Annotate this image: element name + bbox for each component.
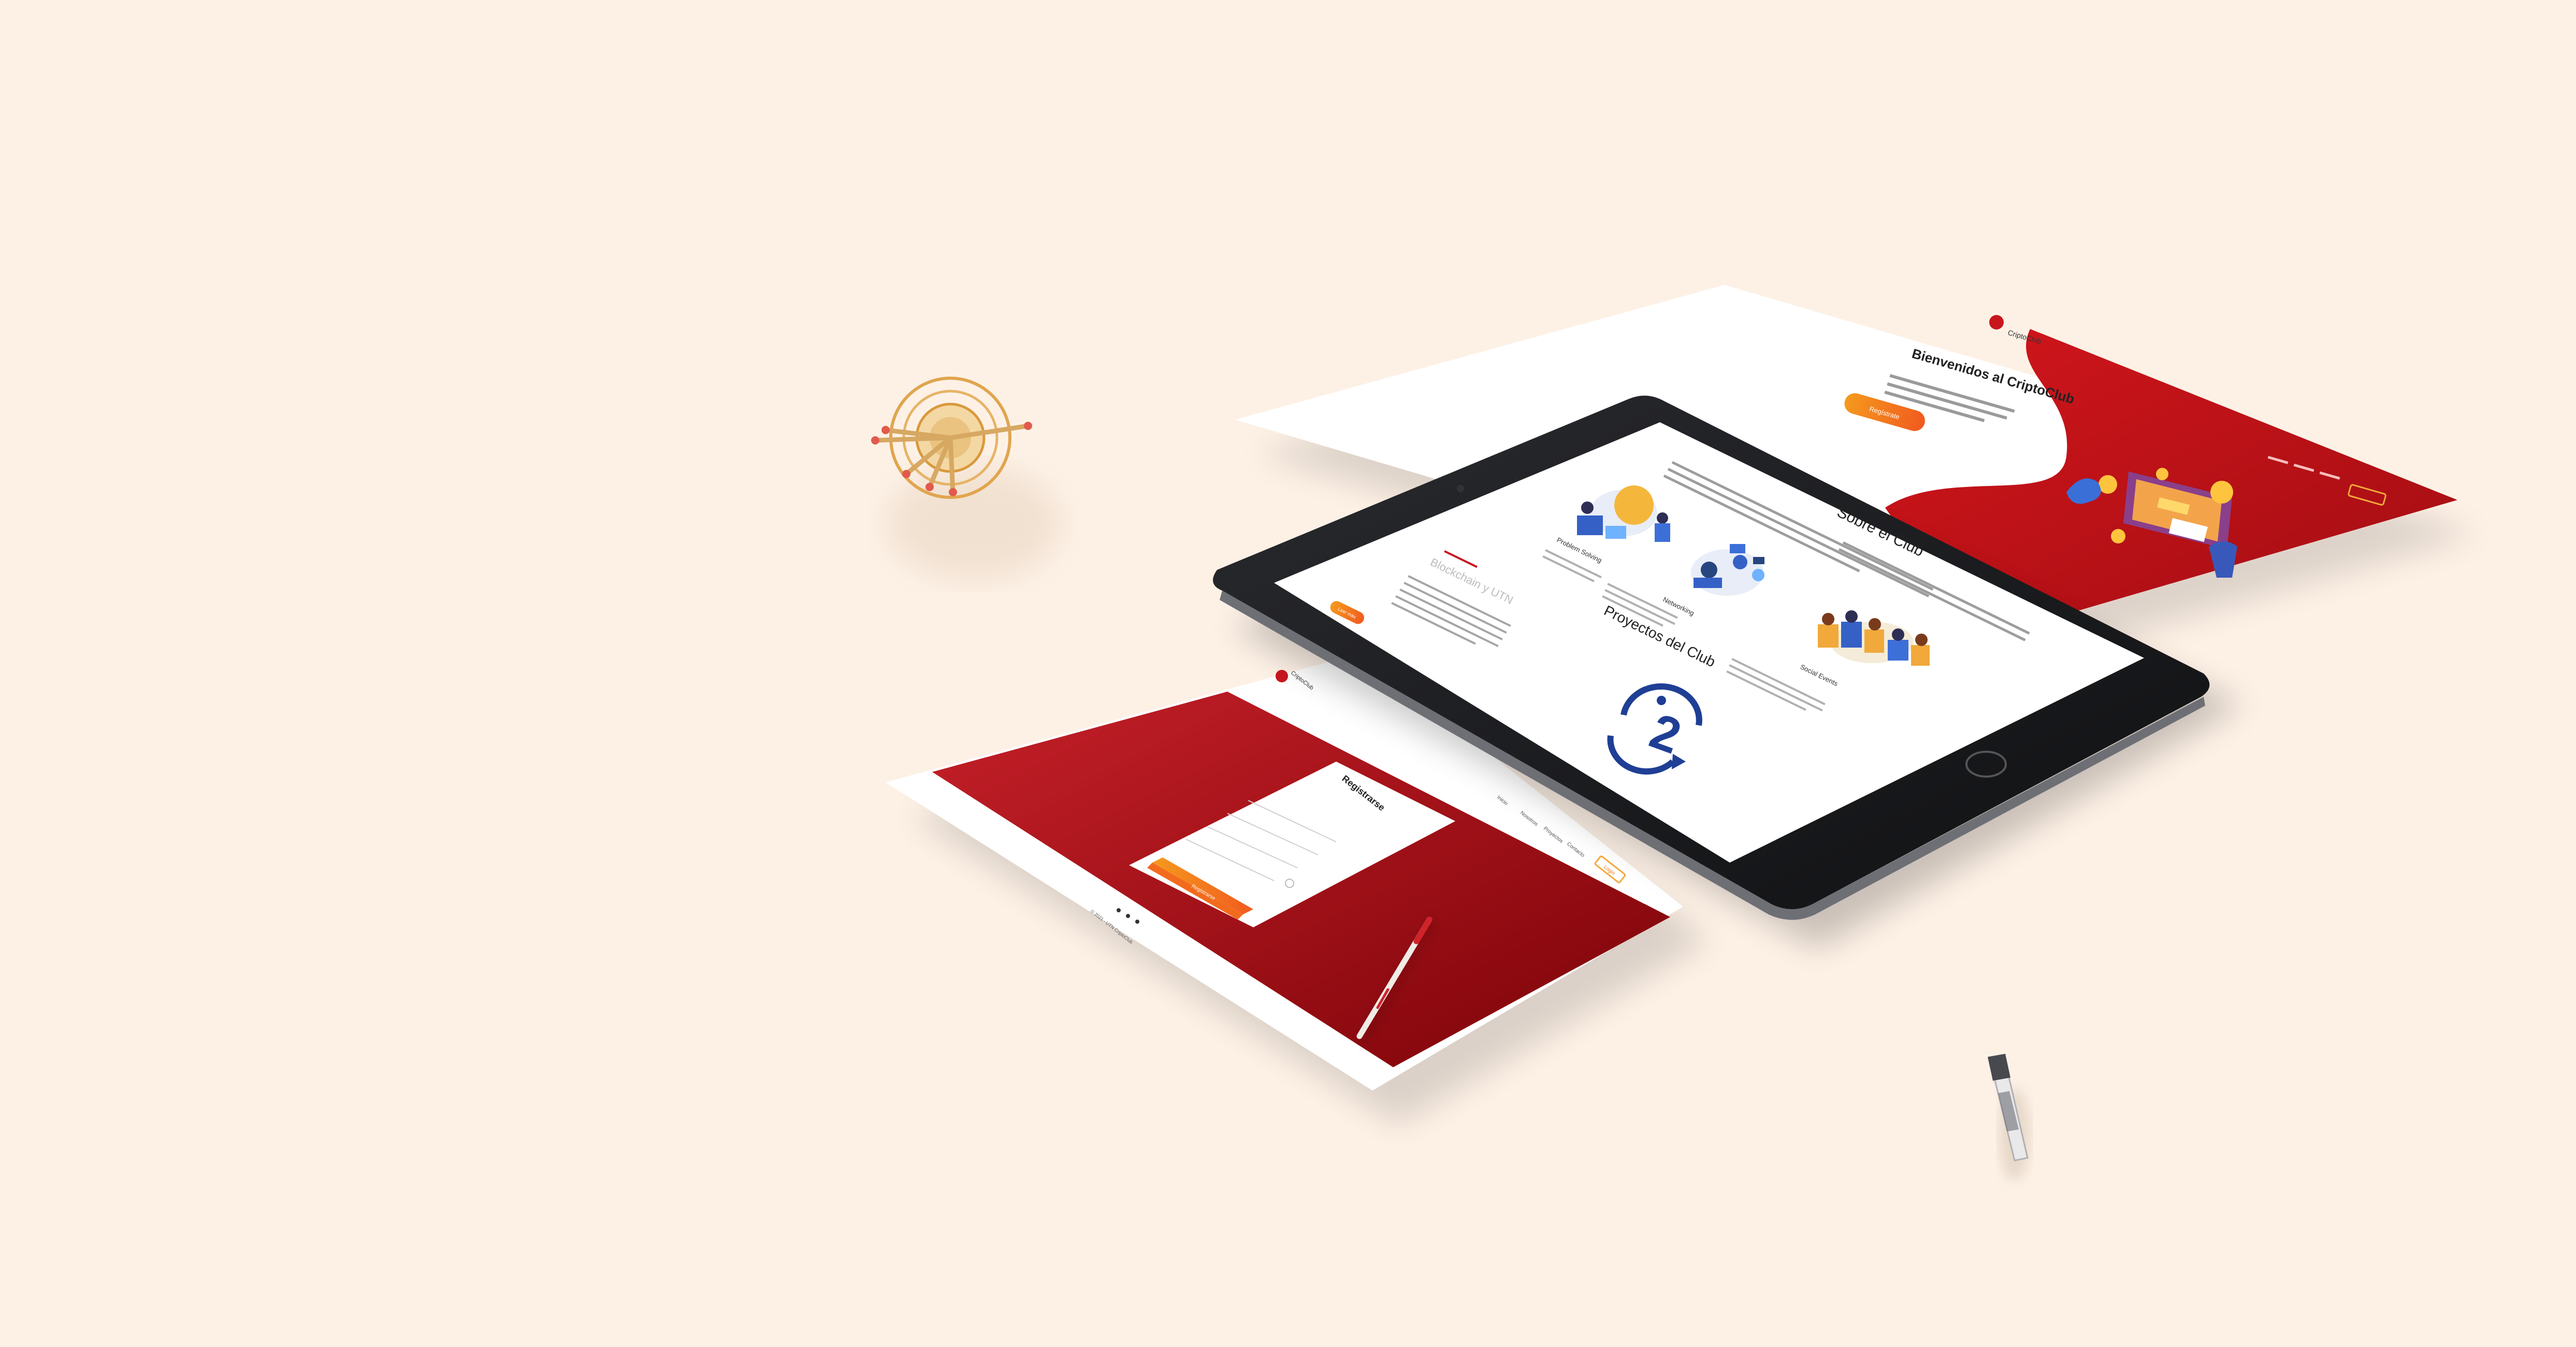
twitter-icon[interactable] — [1117, 908, 1121, 912]
instagram-icon[interactable] — [1126, 914, 1130, 918]
register-logo-icon — [1276, 670, 1288, 682]
camera-icon — [1457, 485, 1464, 492]
mockup-scene: CriptoClub Bienvenidos al CriptoClub Reg… — [871, 285, 2478, 1181]
github-icon[interactable] — [1135, 920, 1139, 924]
welcome-logo-text: CriptoClub — [2007, 328, 2042, 346]
pencil-cup-decoration — [871, 377, 1062, 580]
welcome-logo-icon — [1989, 315, 2004, 329]
marker-decoration — [1988, 1054, 2030, 1181]
